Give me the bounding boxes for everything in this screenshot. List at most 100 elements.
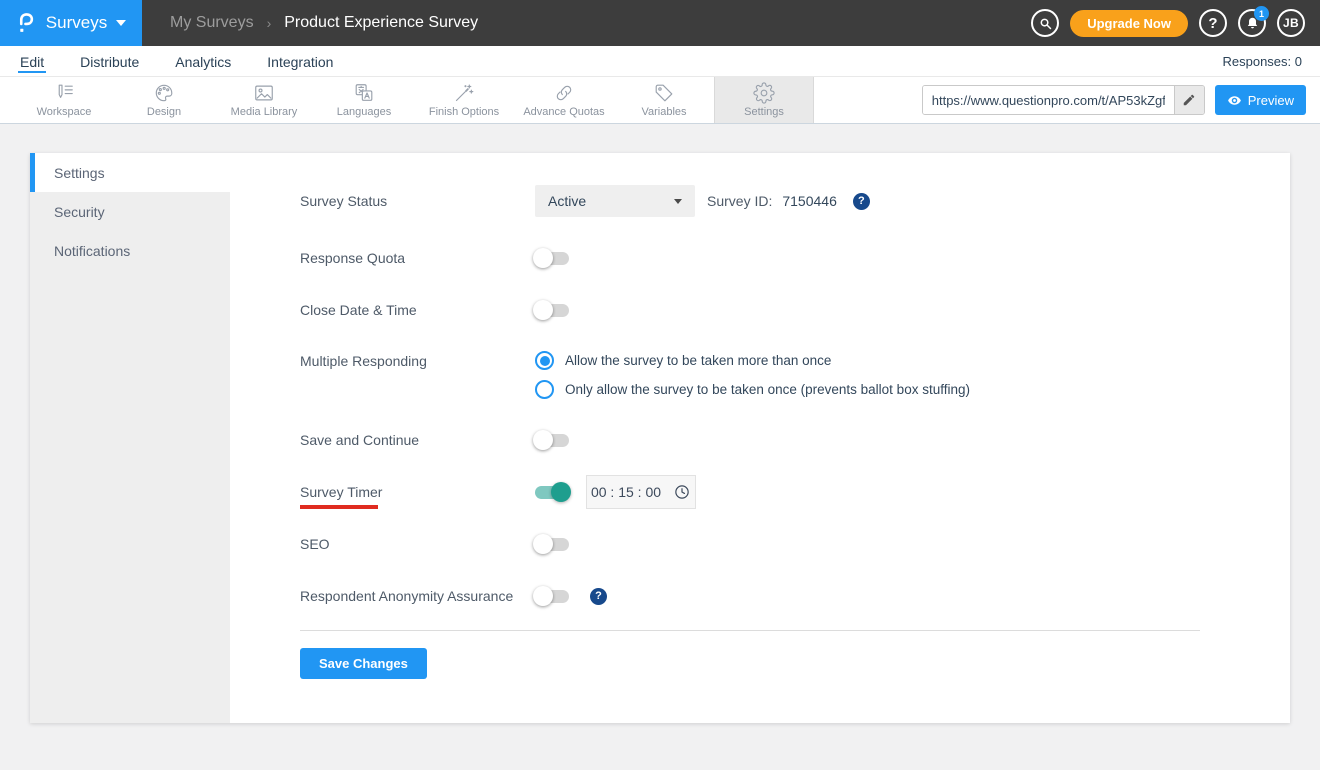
palette-icon	[153, 82, 175, 104]
toolbar-tab-label: Design	[146, 106, 182, 118]
toolbar-tab-label: Advance Quotas	[523, 106, 605, 118]
survey-url-input[interactable]	[922, 86, 1174, 114]
toolbar-tab-label: Variables	[641, 106, 687, 118]
product-menu-label: Surveys	[45, 13, 108, 32]
toggle-knob	[533, 430, 553, 450]
close-date-row: Close Date & Time	[300, 299, 1290, 321]
magic-wand-icon	[453, 82, 475, 104]
toolbar-right: Preview	[921, 77, 1320, 123]
toolbar-tab-media-library[interactable]: Media Library	[214, 77, 314, 123]
gear-icon	[753, 82, 775, 104]
tab-edit[interactable]: Edit	[18, 49, 47, 73]
search-button[interactable]	[1031, 9, 1060, 37]
top-header: Surveys My Surveys › Product Experience …	[0, 0, 1320, 46]
survey-timer-underline	[300, 505, 378, 509]
toolbar-tab-workspace[interactable]: Workspace	[14, 77, 114, 123]
toolbar-tab-settings[interactable]: Settings	[714, 77, 814, 123]
survey-status-select[interactable]: Active	[535, 185, 695, 217]
save-and-continue-row: Save and Continue	[300, 429, 1290, 451]
notifications-button[interactable]: 1	[1238, 6, 1269, 37]
tab-distribute[interactable]: Distribute	[78, 49, 141, 73]
close-date-toggle[interactable]	[533, 300, 569, 320]
survey-status-label: Survey Status	[300, 193, 388, 209]
survey-timer-value: 00 : 15 : 00	[590, 484, 662, 500]
response-quota-row: Response Quota	[300, 247, 1290, 269]
survey-timer-label: Survey Timer	[300, 484, 535, 509]
breadcrumb-current-survey: Product Experience Survey	[284, 14, 479, 31]
save-and-continue-toggle[interactable]	[533, 430, 569, 450]
user-avatar[interactable]: JB	[1277, 9, 1305, 37]
radio-unselected-icon[interactable]	[535, 380, 554, 399]
image-icon	[253, 82, 275, 104]
tab-integration[interactable]: Integration	[265, 49, 335, 73]
search-icon	[1038, 16, 1053, 31]
breadcrumb-separator: ›	[266, 15, 272, 31]
toolbar-tab-finish-options[interactable]: Finish Options	[414, 77, 514, 123]
multiple-responding-options: Allow the survey to be taken more than o…	[535, 351, 970, 399]
response-quota-toggle[interactable]	[533, 248, 569, 268]
breadcrumb-my-surveys[interactable]: My Surveys	[170, 14, 254, 32]
toolbar-tab-label: Settings	[744, 106, 784, 118]
responses-count: Responses: 0	[1222, 53, 1303, 69]
respondent-anonymity-row: Respondent Anonymity Assurance ?	[300, 585, 1290, 607]
breadcrumb: My Surveys › Product Experience Survey	[170, 14, 478, 32]
survey-id-label: Survey ID:	[707, 193, 773, 209]
eye-icon	[1227, 93, 1242, 108]
preview-button[interactable]: Preview	[1214, 85, 1306, 115]
sidebar-item-security[interactable]: Security	[30, 192, 230, 231]
toolbar-tab-label: Languages	[336, 106, 392, 118]
pencil-icon	[1182, 93, 1196, 107]
save-changes-button[interactable]: Save Changes	[300, 648, 427, 679]
clock-icon[interactable]	[673, 483, 691, 501]
edit-url-button[interactable]	[1173, 86, 1204, 114]
questionpro-logo-icon	[16, 11, 37, 36]
settings-sidebar: Settings Security Notifications	[30, 153, 230, 723]
notification-count-badge: 1	[1254, 6, 1269, 21]
chevron-down-icon	[116, 20, 127, 26]
toolbar-tab-design[interactable]: Design	[114, 77, 214, 123]
radio-option-label: Only allow the survey to be taken once (…	[565, 382, 970, 397]
tag-icon	[653, 82, 675, 104]
toolbar-tab-languages[interactable]: Languages	[314, 77, 414, 123]
toolbar-tab-variables[interactable]: Variables	[614, 77, 714, 123]
chevron-down-icon	[674, 198, 682, 204]
sidebar-item-settings[interactable]: Settings	[30, 153, 230, 192]
toggle-knob	[533, 248, 553, 268]
tab-analytics[interactable]: Analytics	[173, 49, 233, 73]
radio-option-label: Allow the survey to be taken more than o…	[565, 353, 832, 368]
radio-selected-icon[interactable]	[535, 351, 554, 370]
content-area: Settings Security Notifications Survey S…	[0, 124, 1320, 752]
chain-link-icon	[553, 82, 575, 104]
seo-toggle[interactable]	[533, 534, 569, 554]
workspace-icon	[53, 82, 75, 104]
sidebar-item-notifications[interactable]: Notifications	[30, 231, 230, 270]
toolbar-tab-label: Media Library	[230, 106, 298, 118]
avatar-initials: JB	[1283, 16, 1299, 30]
settings-card: Settings Security Notifications Survey S…	[30, 153, 1290, 723]
upgrade-now-button[interactable]: Upgrade Now	[1070, 9, 1188, 37]
multiple-responding-label: Multiple Responding	[300, 353, 427, 369]
survey-id-help-icon[interactable]: ?	[852, 192, 870, 210]
form-divider	[300, 630, 1200, 631]
seo-row: SEO	[300, 533, 1290, 555]
toggle-knob	[551, 482, 571, 502]
save-and-continue-label: Save and Continue	[300, 432, 420, 448]
close-date-label: Close Date & Time	[300, 302, 417, 318]
radio-option-multiple-allowed[interactable]: Allow the survey to be taken more than o…	[535, 351, 970, 370]
toggle-knob	[533, 534, 553, 554]
toolbar-tab-advance-quotas[interactable]: Advance Quotas	[514, 77, 614, 123]
settings-form: Survey Status Active Survey ID: 7150446 …	[230, 153, 1290, 723]
help-button[interactable]: ?	[1199, 9, 1227, 37]
survey-timer-row: Survey Timer 00 : 15 : 00	[300, 475, 1290, 509]
preview-button-label: Preview	[1247, 92, 1294, 108]
respondent-anonymity-toggle[interactable]	[533, 586, 569, 606]
survey-timer-duration-field[interactable]: 00 : 15 : 00	[586, 475, 696, 509]
radio-option-once-only[interactable]: Only allow the survey to be taken once (…	[535, 380, 970, 399]
respondent-anonymity-help-icon[interactable]: ?	[590, 587, 607, 605]
multiple-responding-row: Multiple Responding Allow the survey to …	[300, 351, 1290, 399]
toggle-knob	[533, 300, 553, 320]
toolbar-tab-label: Workspace	[36, 106, 92, 118]
product-menu[interactable]: Surveys	[0, 0, 142, 46]
section-nav: Edit Distribute Analytics Integration Re…	[0, 46, 1320, 77]
survey-timer-toggle[interactable]	[535, 482, 571, 502]
